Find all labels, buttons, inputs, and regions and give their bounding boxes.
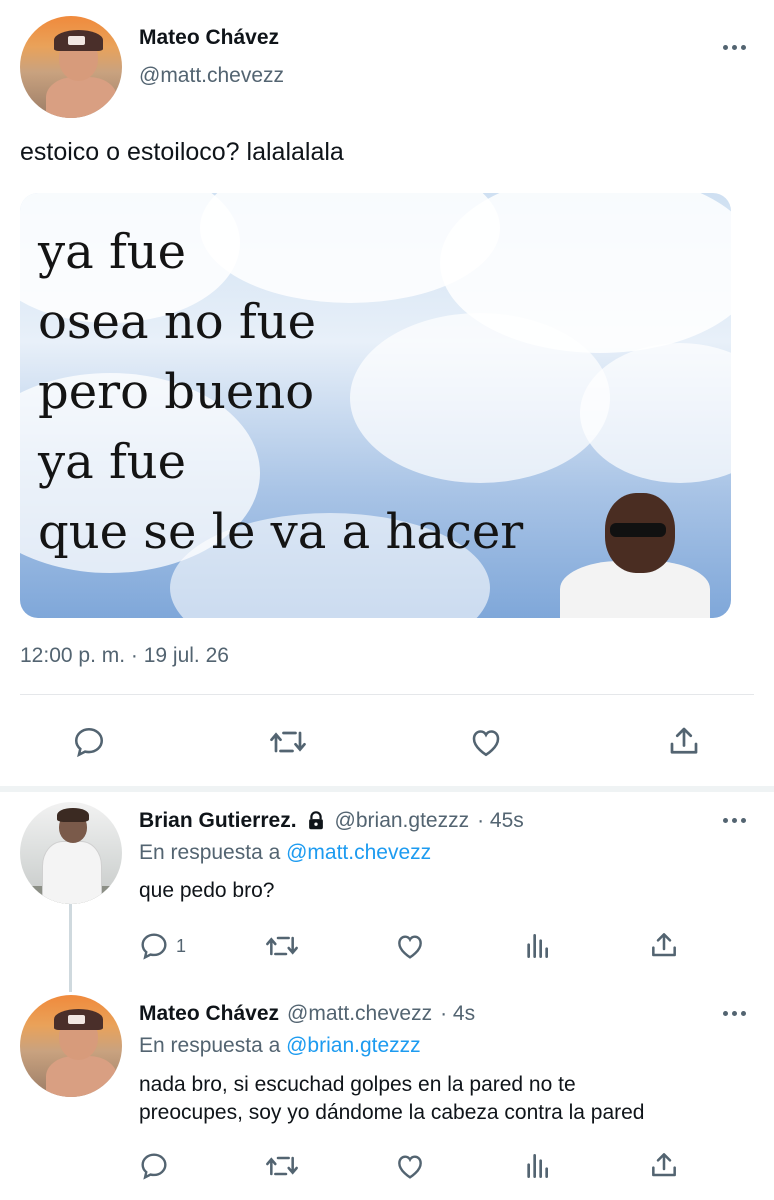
author-avatar[interactable] <box>20 16 122 118</box>
reply-button[interactable] <box>71 724 107 760</box>
tweet-text: estoico o estoiloco? lalalalala <box>20 138 344 166</box>
reply-icon <box>141 1153 167 1180</box>
reply-button[interactable] <box>138 1150 170 1182</box>
like-icon <box>472 730 500 757</box>
retweet-icon <box>270 731 306 753</box>
retweet-button[interactable] <box>268 724 308 760</box>
reply-to-link[interactable]: @matt.chevezz <box>286 841 431 864</box>
reply-author-name[interactable]: Brian Gutierrez. <box>139 809 297 833</box>
reply-to-link[interactable]: @brian.gtezzz <box>286 1034 421 1057</box>
meme-caption: ya fue osea no fue pero bueno ya fue que… <box>38 224 524 560</box>
more-options-icon[interactable] <box>723 45 746 50</box>
share-icon <box>652 933 676 957</box>
reply-icon <box>141 933 167 960</box>
retweet-icon <box>266 1156 298 1176</box>
section-divider <box>0 786 774 792</box>
reply-avatar[interactable] <box>20 995 122 1097</box>
reply-context: En respuesta a @brian.gtezzz <box>139 1034 421 1057</box>
reply-count: 1 <box>176 935 187 956</box>
share-icon <box>652 1153 676 1177</box>
reply-author-name[interactable]: Mateo Chávez <box>139 1002 279 1026</box>
thread-line <box>69 904 72 992</box>
author-handle[interactable]: @matt.chevezz <box>139 64 284 88</box>
share-button[interactable] <box>648 1148 680 1182</box>
like-icon <box>398 1155 422 1179</box>
meme-person <box>560 493 710 618</box>
retweet-icon <box>266 936 298 956</box>
views-icon <box>527 1154 548 1178</box>
more-options-icon[interactable] <box>723 1011 746 1016</box>
like-button[interactable] <box>393 1150 427 1182</box>
reply-time[interactable]: · 45s <box>477 809 524 833</box>
reply-avatar[interactable] <box>20 802 122 904</box>
reply-author-handle[interactable]: @matt.chevezz <box>287 1002 432 1026</box>
divider <box>20 694 754 695</box>
retweet-button[interactable] <box>264 930 300 962</box>
like-button[interactable] <box>467 724 505 760</box>
reply-icon <box>74 727 104 758</box>
retweet-button[interactable] <box>264 1150 300 1182</box>
views-button[interactable] <box>522 1150 554 1182</box>
tweet-media-image[interactable]: ya fue osea no fue pero bueno ya fue que… <box>20 193 731 618</box>
tweet-timestamp[interactable]: 12:00 p. m. · 19 jul. 26 <box>20 644 229 668</box>
like-button[interactable] <box>393 930 427 962</box>
like-icon <box>398 935 422 959</box>
reply-time[interactable]: · 4s <box>440 1002 475 1026</box>
views-button[interactable] <box>522 930 554 962</box>
reply-author-handle[interactable]: @brian.gtezzz <box>335 809 470 833</box>
reply-button[interactable]: 1 <box>138 930 186 962</box>
reply-header: Brian Gutierrez. @brian.gtezzz · 45s <box>139 809 524 833</box>
share-button[interactable] <box>648 928 680 962</box>
author-name[interactable]: Mateo Chávez <box>139 26 279 50</box>
more-options-icon[interactable] <box>723 818 746 823</box>
reply-text: nada bro, si escuchad golpes en la pared… <box>139 1073 645 1124</box>
reply-text: que pedo bro? <box>139 879 275 902</box>
share-button[interactable] <box>666 722 702 760</box>
reply-header: Mateo Chávez @matt.chevezz · 4s <box>139 1002 475 1026</box>
share-icon <box>670 727 698 754</box>
lock-icon <box>308 811 323 830</box>
reply-context: En respuesta a @matt.chevezz <box>139 841 432 864</box>
views-icon <box>527 934 548 958</box>
